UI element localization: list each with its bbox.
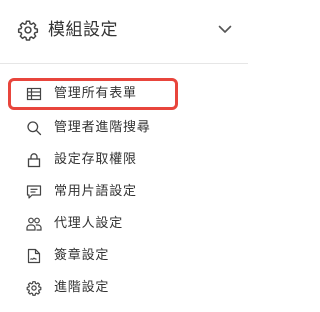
search-icon: [26, 120, 42, 136]
gear-icon: [26, 280, 42, 296]
menu-item-label: 常用片語設定: [54, 184, 137, 199]
module-settings-header[interactable]: 模組設定: [0, 0, 248, 60]
menu-item-label: 代理人設定: [54, 216, 124, 231]
table-icon: [26, 86, 42, 102]
module-settings-panel: 模組設定 管理所有表單 管理者進階搜尋 設定存取權限 常用片語設定 代理人設定 …: [0, 0, 248, 312]
menu-item-advanced-settings[interactable]: 進階設定: [8, 272, 178, 304]
menu-item-admin-advanced-search[interactable]: 管理者進階搜尋: [8, 112, 178, 144]
menu-item-manage-all-forms[interactable]: 管理所有表單: [8, 78, 178, 110]
menu-item-access-permissions[interactable]: 設定存取權限: [8, 144, 178, 176]
gear-icon: [17, 19, 39, 41]
menu-item-signature[interactable]: 簽章設定: [8, 240, 178, 272]
menu-item-label: 進階設定: [54, 280, 110, 295]
header-divider: [0, 63, 248, 64]
comment-icon: [26, 184, 42, 200]
users-icon: [26, 216, 42, 232]
menu-item-label: 設定存取權限: [54, 152, 137, 167]
menu-item-label: 簽章設定: [54, 248, 110, 263]
signature-icon: [26, 248, 42, 264]
chevron-down-icon[interactable]: [218, 24, 232, 34]
menu-item-label: 管理所有表單: [54, 86, 137, 101]
menu-item-delegate[interactable]: 代理人設定: [8, 208, 178, 240]
lock-icon: [26, 152, 42, 168]
menu-item-label: 管理者進階搜尋: [54, 120, 151, 135]
page-title: 模組設定: [48, 20, 118, 40]
menu-item-common-phrases[interactable]: 常用片語設定: [8, 176, 178, 208]
